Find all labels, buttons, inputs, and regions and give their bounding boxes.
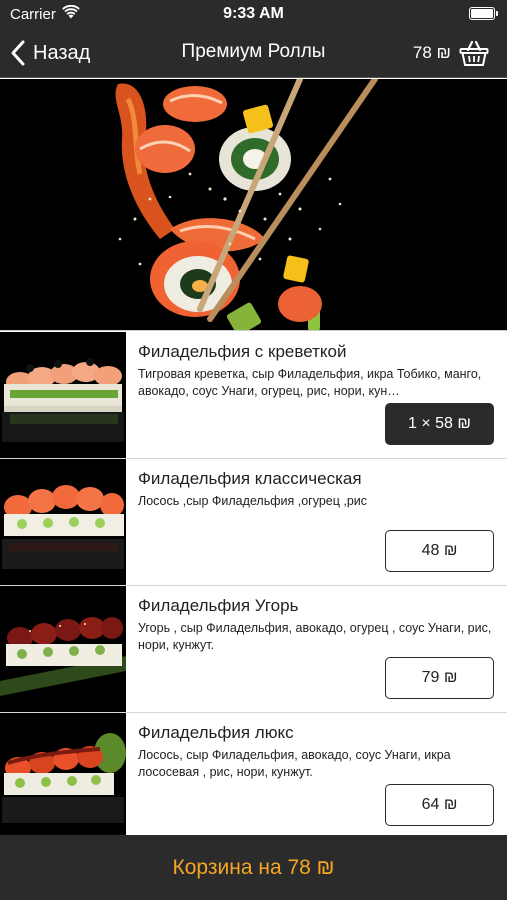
price-button[interactable]: 48 ₪ bbox=[385, 530, 494, 572]
product-image bbox=[0, 586, 126, 712]
product-name: Филадельфия классическая bbox=[138, 469, 362, 488]
product-name: Филадельфия Угорь bbox=[138, 596, 299, 615]
status-bar: Carrier 9:33 AM bbox=[0, 0, 507, 28]
product-description: Угорь , сыр Филадельфия, авокадо, огурец… bbox=[138, 621, 492, 652]
product-name: Филадельфия с креветкой bbox=[138, 342, 347, 361]
list-item[interactable]: Филадельфия классическая Лосось ,сыр Фил… bbox=[0, 459, 507, 586]
sushi-splash-image bbox=[0, 79, 507, 330]
battery-icon bbox=[469, 7, 498, 20]
product-list: Филадельфия с креветкой Тигровая креветк… bbox=[0, 332, 507, 835]
product-image bbox=[0, 713, 126, 835]
product-description: Лосось, сыр Филадельфия, авокадо, соус У… bbox=[138, 748, 451, 779]
checkout-cart-label: Корзина на 78 ₪ bbox=[172, 855, 335, 879]
price-button[interactable]: 64 ₪ bbox=[385, 784, 494, 826]
product-description: Лосось ,сыр Филадельфия ,огурец ,рис bbox=[138, 494, 368, 508]
cart-total: 78 ₪ bbox=[412, 43, 451, 62]
product-image bbox=[0, 459, 126, 585]
cart-button[interactable]: 78 ₪ bbox=[413, 38, 489, 68]
list-item[interactable]: Филадельфия Угорь Угорь , сыр Филадельфи… bbox=[0, 586, 507, 713]
list-item[interactable]: Филадельфия люкс Лосось, сыр Филадельфия… bbox=[0, 713, 507, 835]
hero-image bbox=[0, 79, 507, 331]
list-item[interactable]: Филадельфия с креветкой Тигровая креветк… bbox=[0, 332, 507, 459]
product-description: Тигровая креветка, сыр Филадельфия, икра… bbox=[138, 367, 482, 398]
status-time: 9:33 AM bbox=[223, 5, 284, 22]
price-button[interactable]: 1 × 58 ₪ bbox=[385, 403, 494, 445]
product-name: Филадельфия люкс bbox=[138, 723, 294, 742]
checkout-cart-button[interactable]: Корзина на 78 ₪ bbox=[0, 835, 507, 900]
price-button[interactable]: 79 ₪ bbox=[385, 657, 494, 699]
back-button[interactable]: Назад bbox=[10, 38, 90, 68]
back-button-label: Назад bbox=[33, 41, 91, 64]
nav-bar: Назад Премиум Роллы 78 ₪ bbox=[0, 28, 507, 78]
chevron-left-icon bbox=[11, 40, 25, 66]
product-image bbox=[0, 332, 126, 458]
basket-icon bbox=[459, 40, 489, 66]
